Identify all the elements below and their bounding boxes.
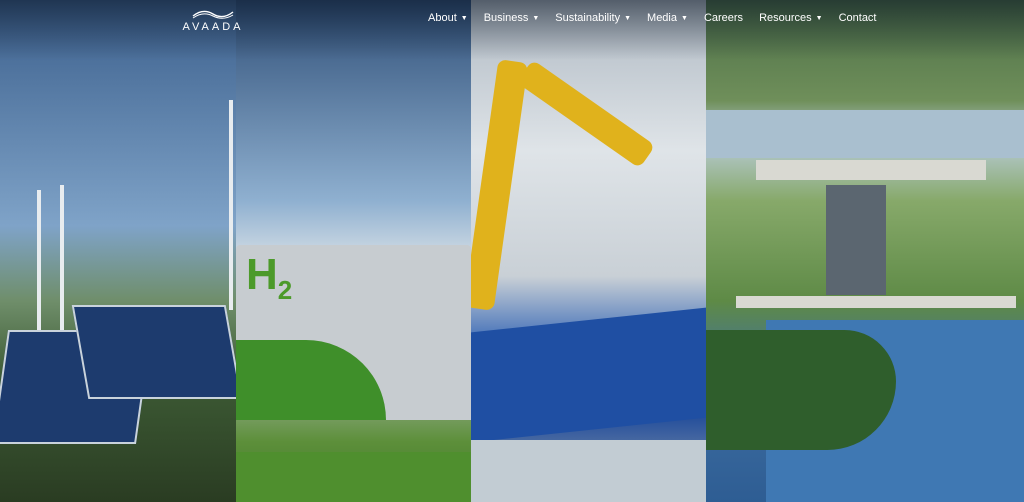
nav-label: Sustainability bbox=[555, 12, 621, 24]
nav-label: Business bbox=[483, 12, 529, 24]
chevron-down-icon: ▼ bbox=[681, 14, 688, 22]
wind-turbine-pole bbox=[37, 190, 41, 330]
robot-arm bbox=[516, 59, 656, 169]
nav-label: Resources bbox=[759, 12, 812, 24]
grass-field bbox=[236, 452, 471, 502]
nav-resources[interactable]: Resources ▼ bbox=[759, 12, 823, 24]
penstocks bbox=[826, 185, 886, 295]
main-nav: About ▼ Business ▼ Sustainability ▼ Media ▼ … bbox=[428, 12, 893, 24]
solar-panel bbox=[71, 305, 236, 399]
reservoir bbox=[706, 110, 1024, 158]
robot-arm bbox=[471, 59, 529, 311]
hydrogen-mark: H2 bbox=[246, 250, 293, 305]
conveyor bbox=[471, 440, 706, 502]
wind-turbine-pole bbox=[60, 185, 64, 330]
nav-label: About bbox=[428, 12, 457, 24]
header-gradient bbox=[0, 0, 1024, 60]
dam-wall bbox=[756, 160, 986, 180]
hero-panel-manufacturing bbox=[471, 0, 706, 502]
hero-panel-wind-solar bbox=[0, 0, 236, 502]
brand-logo[interactable]: AVAADA bbox=[178, 8, 248, 34]
hero-panel-hydro bbox=[706, 0, 1024, 502]
nav-sustainability[interactable]: Sustainability ▼ bbox=[555, 12, 631, 24]
nav-business[interactable]: Business ▼ bbox=[484, 12, 540, 24]
nav-careers[interactable]: Careers bbox=[704, 12, 743, 24]
nav-label: Media bbox=[647, 12, 677, 24]
chevron-down-icon: ▼ bbox=[460, 14, 468, 22]
nav-about[interactable]: About ▼ bbox=[428, 12, 468, 24]
chevron-down-icon: ▼ bbox=[624, 14, 632, 22]
forest-peninsula bbox=[706, 330, 896, 450]
nav-label: Contact bbox=[838, 12, 877, 24]
nav-media[interactable]: Media ▼ bbox=[647, 12, 688, 24]
hero-panel-hydrogen: H2 bbox=[236, 0, 471, 502]
chevron-down-icon: ▼ bbox=[532, 14, 540, 22]
powerhouse bbox=[736, 296, 1016, 308]
logo-wave-icon bbox=[192, 10, 234, 19]
chevron-down-icon: ▼ bbox=[815, 14, 823, 22]
solar-module bbox=[471, 307, 706, 443]
nav-contact[interactable]: Contact bbox=[839, 12, 877, 24]
nav-label: Careers bbox=[703, 12, 744, 24]
wind-turbine-pole bbox=[229, 100, 233, 310]
brand-name: AVAADA bbox=[182, 21, 244, 33]
